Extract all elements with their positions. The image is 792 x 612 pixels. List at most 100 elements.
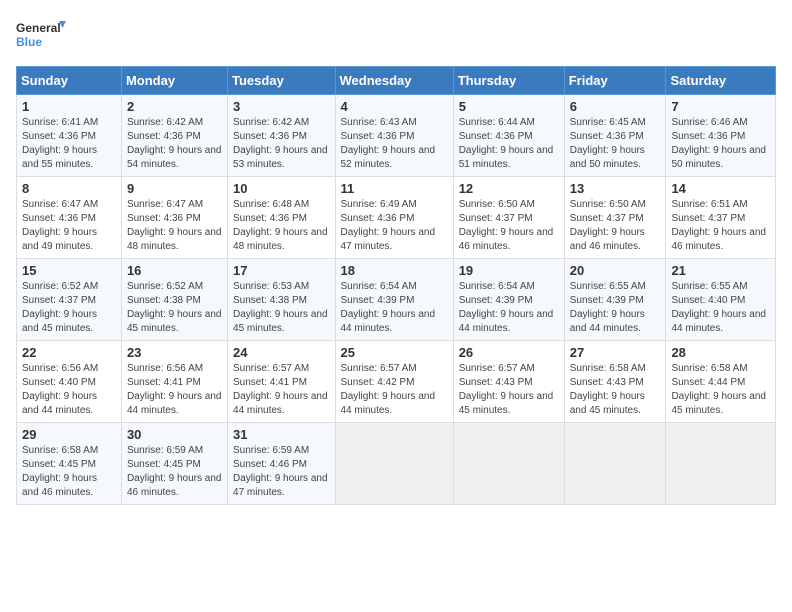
calendar-cell: 13 Sunrise: 6:50 AMSunset: 4:37 PMDayligh… xyxy=(564,177,666,259)
calendar-cell: 29 Sunrise: 6:58 AMSunset: 4:45 PMDayligh… xyxy=(17,423,122,505)
day-info: Sunrise: 6:55 AMSunset: 4:39 PMDaylight:… xyxy=(570,280,661,336)
day-info: Sunrise: 6:54 AMSunset: 4:39 PMDaylight:… xyxy=(341,280,448,336)
day-info: Sunrise: 6:56 AMSunset: 4:41 PMDaylight:… xyxy=(127,362,222,418)
day-info: Sunrise: 6:57 AMSunset: 4:42 PMDaylight:… xyxy=(341,362,448,418)
day-info: Sunrise: 6:50 AMSunset: 4:37 PMDaylight:… xyxy=(459,198,559,254)
day-number: 9 xyxy=(127,181,222,196)
day-number: 22 xyxy=(22,345,116,360)
day-number: 14 xyxy=(671,181,770,196)
day-number: 16 xyxy=(127,263,222,278)
day-number: 15 xyxy=(22,263,116,278)
calendar-cell: 30 Sunrise: 6:59 AMSunset: 4:45 PMDayligh… xyxy=(121,423,227,505)
day-info: Sunrise: 6:56 AMSunset: 4:40 PMDaylight:… xyxy=(22,362,116,418)
weekday-header: Sunday xyxy=(17,67,122,95)
day-number: 25 xyxy=(341,345,448,360)
day-number: 28 xyxy=(671,345,770,360)
logo-svg: General Blue xyxy=(16,16,66,56)
day-info: Sunrise: 6:52 AMSunset: 4:37 PMDaylight:… xyxy=(22,280,116,336)
calendar-cell: 15 Sunrise: 6:52 AMSunset: 4:37 PMDayligh… xyxy=(17,259,122,341)
day-info: Sunrise: 6:46 AMSunset: 4:36 PMDaylight:… xyxy=(671,116,770,172)
weekday-header: Friday xyxy=(564,67,666,95)
calendar-cell: 4 Sunrise: 6:43 AMSunset: 4:36 PMDaylight… xyxy=(335,95,453,177)
svg-text:General: General xyxy=(16,21,61,35)
calendar-cell: 10 Sunrise: 6:48 AMSunset: 4:36 PMDayligh… xyxy=(228,177,335,259)
day-info: Sunrise: 6:54 AMSunset: 4:39 PMDaylight:… xyxy=(459,280,559,336)
day-number: 30 xyxy=(127,427,222,442)
calendar-cell: 28 Sunrise: 6:58 AMSunset: 4:44 PMDayligh… xyxy=(666,341,776,423)
calendar-week-row: 15 Sunrise: 6:52 AMSunset: 4:37 PMDayligh… xyxy=(17,259,776,341)
day-number: 26 xyxy=(459,345,559,360)
calendar-cell xyxy=(564,423,666,505)
day-number: 1 xyxy=(22,99,116,114)
calendar-cell: 2Sunrise: 6:42 AMSunset: 4:36 PMDaylight… xyxy=(121,95,227,177)
day-info: Sunrise: 6:57 AMSunset: 4:43 PMDaylight:… xyxy=(459,362,559,418)
day-info: Sunrise: 6:44 AMSunset: 4:36 PMDaylight:… xyxy=(459,116,559,172)
day-info: Sunrise: 6:51 AMSunset: 4:37 PMDaylight:… xyxy=(671,198,770,254)
day-number: 7 xyxy=(671,99,770,114)
day-info: Sunrise: 6:58 AMSunset: 4:44 PMDaylight:… xyxy=(671,362,770,418)
calendar-week-row: 1 Sunrise: 6:41 AMSunset: 4:36 PMDaylight… xyxy=(17,95,776,177)
day-info: Sunrise: 6:47 AMSunset: 4:36 PMDaylight:… xyxy=(127,198,222,254)
day-info: Sunrise: 6:42 AMSunset: 4:36 PMDaylight:… xyxy=(233,116,329,172)
day-info: Sunrise: 6:48 AMSunset: 4:36 PMDaylight:… xyxy=(233,198,329,254)
day-info: Sunrise: 6:50 AMSunset: 4:37 PMDaylight:… xyxy=(570,198,661,254)
calendar-cell xyxy=(453,423,564,505)
day-number: 31 xyxy=(233,427,329,442)
day-number: 21 xyxy=(671,263,770,278)
day-number: 19 xyxy=(459,263,559,278)
calendar-cell: 12 Sunrise: 6:50 AMSunset: 4:37 PMDayligh… xyxy=(453,177,564,259)
calendar-cell: 16 Sunrise: 6:52 AMSunset: 4:38 PMDayligh… xyxy=(121,259,227,341)
day-info: Sunrise: 6:59 AMSunset: 4:45 PMDaylight:… xyxy=(127,444,222,500)
calendar-cell: 5 Sunrise: 6:44 AMSunset: 4:36 PMDaylight… xyxy=(453,95,564,177)
calendar-cell: 25 Sunrise: 6:57 AMSunset: 4:42 PMDayligh… xyxy=(335,341,453,423)
calendar-cell: 1 Sunrise: 6:41 AMSunset: 4:36 PMDaylight… xyxy=(17,95,122,177)
day-number: 13 xyxy=(570,181,661,196)
logo: General Blue xyxy=(16,16,66,56)
day-info: Sunrise: 6:43 AMSunset: 4:36 PMDaylight:… xyxy=(341,116,448,172)
calendar-cell: 7 Sunrise: 6:46 AMSunset: 4:36 PMDaylight… xyxy=(666,95,776,177)
weekday-header: Saturday xyxy=(666,67,776,95)
day-number: 6 xyxy=(570,99,661,114)
calendar-cell: 9 Sunrise: 6:47 AMSunset: 4:36 PMDaylight… xyxy=(121,177,227,259)
day-info: Sunrise: 6:58 AMSunset: 4:45 PMDaylight:… xyxy=(22,444,116,500)
calendar-cell: 26 Sunrise: 6:57 AMSunset: 4:43 PMDayligh… xyxy=(453,341,564,423)
calendar-cell: 19 Sunrise: 6:54 AMSunset: 4:39 PMDayligh… xyxy=(453,259,564,341)
day-number: 3 xyxy=(233,99,329,114)
day-number: 29 xyxy=(22,427,116,442)
calendar-cell: 22 Sunrise: 6:56 AMSunset: 4:40 PMDayligh… xyxy=(17,341,122,423)
day-number: 10 xyxy=(233,181,329,196)
calendar-cell: 31 Sunrise: 6:59 AMSunset: 4:46 PMDayligh… xyxy=(228,423,335,505)
calendar-cell: 18 Sunrise: 6:54 AMSunset: 4:39 PMDayligh… xyxy=(335,259,453,341)
day-number: 5 xyxy=(459,99,559,114)
calendar-body: 1 Sunrise: 6:41 AMSunset: 4:36 PMDaylight… xyxy=(17,95,776,505)
page-header: General Blue xyxy=(16,16,776,56)
calendar-cell xyxy=(335,423,453,505)
day-number: 24 xyxy=(233,345,329,360)
day-info: Sunrise: 6:42 AMSunset: 4:36 PMDaylight:… xyxy=(127,116,222,172)
calendar-cell: 11Sunrise: 6:49 AMSunset: 4:36 PMDayligh… xyxy=(335,177,453,259)
calendar-cell: 8Sunrise: 6:47 AMSunset: 4:36 PMDaylight… xyxy=(17,177,122,259)
day-info: Sunrise: 6:53 AMSunset: 4:38 PMDaylight:… xyxy=(233,280,329,336)
calendar-table: SundayMondayTuesdayWednesdayThursdayFrid… xyxy=(16,66,776,505)
svg-text:Blue: Blue xyxy=(16,35,42,49)
calendar-week-row: 29 Sunrise: 6:58 AMSunset: 4:45 PMDayligh… xyxy=(17,423,776,505)
day-info: Sunrise: 6:58 AMSunset: 4:43 PMDaylight:… xyxy=(570,362,661,418)
day-info: Sunrise: 6:47 AMSunset: 4:36 PMDaylight:… xyxy=(22,198,116,254)
day-info: Sunrise: 6:52 AMSunset: 4:38 PMDaylight:… xyxy=(127,280,222,336)
day-number: 12 xyxy=(459,181,559,196)
calendar-cell: 27 Sunrise: 6:58 AMSunset: 4:43 PMDayligh… xyxy=(564,341,666,423)
day-number: 18 xyxy=(341,263,448,278)
calendar-cell: 14 Sunrise: 6:51 AMSunset: 4:37 PMDayligh… xyxy=(666,177,776,259)
day-number: 17 xyxy=(233,263,329,278)
day-info: Sunrise: 6:59 AMSunset: 4:46 PMDaylight:… xyxy=(233,444,329,500)
day-number: 4 xyxy=(341,99,448,114)
day-info: Sunrise: 6:41 AMSunset: 4:36 PMDaylight:… xyxy=(22,116,116,172)
calendar-cell: 3 Sunrise: 6:42 AMSunset: 4:36 PMDaylight… xyxy=(228,95,335,177)
calendar-cell: 24Sunrise: 6:57 AMSunset: 4:41 PMDayligh… xyxy=(228,341,335,423)
day-number: 27 xyxy=(570,345,661,360)
calendar-week-row: 22 Sunrise: 6:56 AMSunset: 4:40 PMDayligh… xyxy=(17,341,776,423)
calendar-cell: 20Sunrise: 6:55 AMSunset: 4:39 PMDayligh… xyxy=(564,259,666,341)
weekday-header: Wednesday xyxy=(335,67,453,95)
day-number: 23 xyxy=(127,345,222,360)
calendar-cell: 6Sunrise: 6:45 AMSunset: 4:36 PMDaylight… xyxy=(564,95,666,177)
